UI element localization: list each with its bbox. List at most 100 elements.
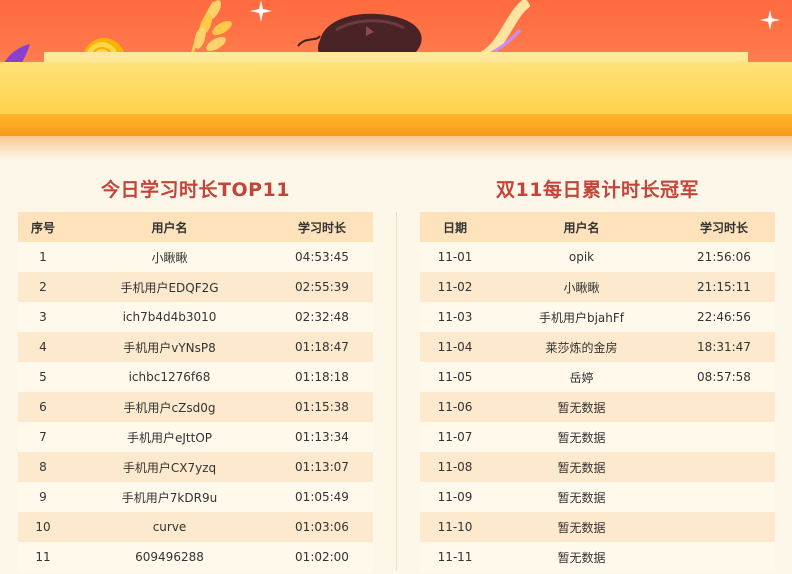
table-row: 11-11 暂无数据 [420,542,775,572]
username-cell: 手机用户cZsd0g [68,392,271,422]
table-row: 11-08 暂无数据 [420,452,775,482]
table-row: 4 手机用户vYNsP8 01:18:47 [18,332,373,362]
username-cell: 手机用户bjahFf [490,302,673,332]
table-row: 5 ichbc1276f68 01:18:18 [18,362,373,392]
study-time-cell [673,482,775,512]
study-time-cell: 01:02:00 [271,542,373,572]
username-cell: opik [490,242,673,272]
double11-champion-title: 双11每日累计时长冠军 [496,179,699,201]
username-cell: 岳婷 [490,362,673,392]
today-top-title: 今日学习时长TOP11 [101,179,290,201]
table-row: 11-05 岳婷 08:57:58 [420,362,775,392]
sparkle-icon [760,10,780,30]
header-study-time: 学习时长 [673,212,775,242]
study-time-cell: 02:32:48 [271,302,373,332]
table-row: 11-06 暂无数据 [420,392,775,422]
table-row: 11 609496288 01:02:00 [18,542,373,572]
date-cell: 11-06 [420,392,490,422]
rank-cell: 3 [18,302,68,332]
username-cell: 手机用户vYNsP8 [68,332,271,362]
username-cell: 小瞅瞅 [68,242,271,272]
date-cell: 11-02 [420,272,490,302]
username-cell: curve [68,512,271,542]
study-time-cell [673,422,775,452]
table-row: 8 手机用户CX7yzq 01:13:07 [18,452,373,482]
header-rank: 序号 [18,212,68,242]
username-cell: ich7b4d4b3010 [68,302,271,332]
username-cell: 手机用户EDQF2G [68,272,271,302]
study-time-cell: 18:31:47 [673,332,775,362]
username-cell: 手机用户7kDR9u [68,482,271,512]
header-study-time: 学习时长 [271,212,373,242]
study-time-cell: 01:18:18 [271,362,373,392]
table-header-row: 日期 用户名 学习时长 [420,212,775,242]
table-row: 2 手机用户EDQF2G 02:55:39 [18,272,373,302]
study-time-cell: 01:18:47 [271,332,373,362]
study-time-cell: 21:15:11 [673,272,775,302]
rank-cell: 1 [18,242,68,272]
study-time-cell [673,452,775,482]
study-time-cell: 04:53:45 [271,242,373,272]
date-cell: 11-04 [420,332,490,362]
study-time-cell: 08:57:58 [673,362,775,392]
stage-platform [0,52,792,114]
username-cell: 暂无数据 [490,392,673,422]
username-cell: 暂无数据 [490,512,673,542]
username-cell: 暂无数据 [490,482,673,512]
table-row: 11-04 莱莎炼的金房 18:31:47 [420,332,775,362]
study-time-cell: 02:55:39 [271,272,373,302]
table-row: 1 小瞅瞅 04:53:45 [18,242,373,272]
table-row: 11-03 手机用户bjahFf 22:46:56 [420,302,775,332]
username-cell: ichbc1276f68 [68,362,271,392]
rank-cell: 8 [18,452,68,482]
promo-banner [0,0,792,160]
study-time-cell [673,512,775,542]
rank-cell: 4 [18,332,68,362]
study-time-cell: 01:03:06 [271,512,373,542]
username-cell: 手机用户CX7yzq [68,452,271,482]
username-cell: 手机用户eJttOP [68,422,271,452]
table-row: 11-10 暂无数据 [420,512,775,542]
study-time-cell: 01:13:07 [271,452,373,482]
table-row: 7 手机用户eJttOP 01:13:34 [18,422,373,452]
column-divider [396,212,397,570]
date-cell: 11-03 [420,302,490,332]
date-cell: 11-08 [420,452,490,482]
date-cell: 11-01 [420,242,490,272]
study-time-cell: 22:46:56 [673,302,775,332]
table-row: 11-02 小瞅瞅 21:15:11 [420,272,775,302]
table-row: 6 手机用户cZsd0g 01:15:38 [18,392,373,422]
table-row: 11-01 opik 21:56:06 [420,242,775,272]
study-time-cell [673,392,775,422]
study-time-cell: 01:15:38 [271,392,373,422]
study-time-cell [673,542,775,572]
study-time-cell: 01:05:49 [271,482,373,512]
stage-band [0,114,792,136]
header-username: 用户名 [490,212,673,242]
username-cell: 609496288 [68,542,271,572]
table-row: 11-09 暂无数据 [420,482,775,512]
username-cell: 暂无数据 [490,422,673,452]
sparkle-icon [250,0,272,22]
header-date: 日期 [420,212,490,242]
table-row: 9 手机用户7kDR9u 01:05:49 [18,482,373,512]
date-cell: 11-09 [420,482,490,512]
table-row: 3 ich7b4d4b3010 02:32:48 [18,302,373,332]
date-cell: 11-11 [420,542,490,572]
rank-cell: 2 [18,272,68,302]
rank-cell: 5 [18,362,68,392]
date-cell: 11-07 [420,422,490,452]
table-header-row: 序号 用户名 学习时长 [18,212,373,242]
header-username: 用户名 [68,212,271,242]
today-top-table: 序号 用户名 学习时长 1 小瞅瞅 04:53:45 2 手机用户EDQF2G 02:5… [18,212,373,572]
username-cell: 小瞅瞅 [490,272,673,302]
rank-cell: 10 [18,512,68,542]
rank-cell: 7 [18,422,68,452]
username-cell: 暂无数据 [490,542,673,572]
table-row: 10 curve 01:03:06 [18,512,373,542]
daily-champion-table: 日期 用户名 学习时长 11-01 opik 21:56:06 11-02 小瞅瞅 21… [420,212,775,572]
username-cell: 暂无数据 [490,452,673,482]
rank-cell: 11 [18,542,68,572]
study-time-cell: 01:13:34 [271,422,373,452]
date-cell: 11-10 [420,512,490,542]
